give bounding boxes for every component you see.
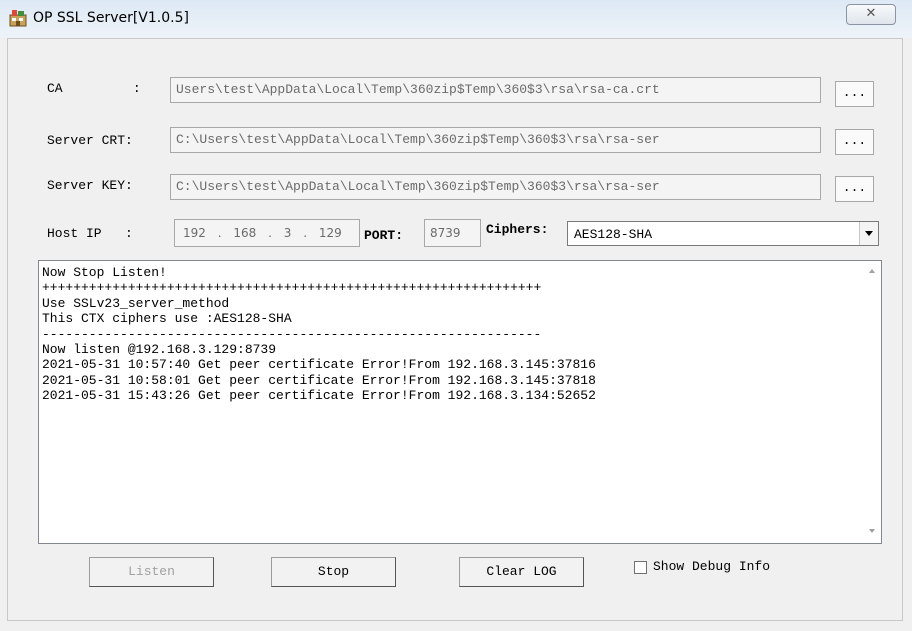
ca-label: CA : <box>47 81 141 96</box>
log-line: 2021-05-31 10:57:40 Get peer certificate… <box>42 357 596 373</box>
log-content: Now Stop Listen! ++++++++++++++++++++++++… <box>42 265 596 404</box>
log-line: 2021-05-31 15:43:26 Get peer certificate… <box>42 388 596 404</box>
log-line: Now Stop Listen! <box>42 265 167 280</box>
window-title: OP SSL Server[V1.0.5] <box>33 10 189 26</box>
scroll-up-icon[interactable] <box>869 269 875 273</box>
ip-octet-3: 3 <box>283 226 292 240</box>
app-window: OP SSL Server[V1.0.5] ✕ CA : Users\test\… <box>0 0 912 631</box>
ip-octet-2: 168 <box>233 226 257 240</box>
host-ip-field[interactable]: 192 . 168 . 3 . 129 <box>174 219 360 247</box>
log-line: 2021-05-31 10:58:01 Get peer certificate… <box>42 372 596 388</box>
log-line: Use SSLv23_server_method <box>42 295 230 311</box>
server-crt-browse-button[interactable]: ... <box>835 129 874 155</box>
title-bar: OP SSL Server[V1.0.5] ✕ <box>0 0 912 38</box>
ciphers-select[interactable]: AES128-SHA <box>567 221 879 246</box>
log-scrollbar[interactable] <box>864 261 881 543</box>
ip-octet-4: 129 <box>318 226 342 240</box>
scroll-down-icon[interactable] <box>869 529 875 533</box>
ciphers-label: Ciphers: <box>486 222 549 237</box>
clear-log-button[interactable]: Clear LOG <box>459 557 584 587</box>
ca-browse-button[interactable]: ... <box>835 81 874 107</box>
server-crt-label: Server CRT: <box>47 133 133 148</box>
log-line: Now listen @192.168.3.129:8739 <box>42 342 277 358</box>
show-debug-label: Show Debug Info <box>653 559 771 574</box>
app-icon <box>9 10 27 27</box>
server-key-browse-button[interactable]: ... <box>835 176 874 202</box>
log-textarea[interactable]: Now Stop Listen! ++++++++++++++++++++++++… <box>38 260 882 544</box>
port-field[interactable]: 8739 <box>424 219 481 247</box>
ip-octet-1: 192 <box>183 226 206 240</box>
close-icon: ✕ <box>865 6 877 21</box>
ip-dot: . <box>217 226 222 240</box>
log-line: ++++++++++++++++++++++++++++++++++++++++… <box>42 280 542 296</box>
port-label: PORT: <box>364 228 404 243</box>
log-line: ----------------------------------------… <box>42 326 542 342</box>
listen-button[interactable]: Listen <box>89 557 214 587</box>
close-button[interactable]: ✕ <box>846 4 896 25</box>
ip-dot: . <box>268 226 272 240</box>
log-line: This CTX ciphers use :AES128-SHA <box>42 311 292 327</box>
server-key-label: Server KEY: <box>47 178 133 193</box>
show-debug-checkbox[interactable] <box>634 561 647 574</box>
host-ip-label: Host IP : <box>47 226 133 241</box>
server-crt-path-field[interactable]: C:\Users\test\AppData\Local\Temp\360zip$… <box>170 127 821 153</box>
server-key-path-field[interactable]: C:\Users\test\AppData\Local\Temp\360zip$… <box>170 174 821 200</box>
stop-button[interactable]: Stop <box>271 557 396 587</box>
ip-dot: . <box>303 226 308 240</box>
chevron-down-icon[interactable] <box>859 222 878 245</box>
ca-path-field[interactable]: Users\test\AppData\Local\Temp\360zip$Tem… <box>170 77 821 103</box>
ciphers-selected-value: AES128-SHA <box>574 227 653 242</box>
